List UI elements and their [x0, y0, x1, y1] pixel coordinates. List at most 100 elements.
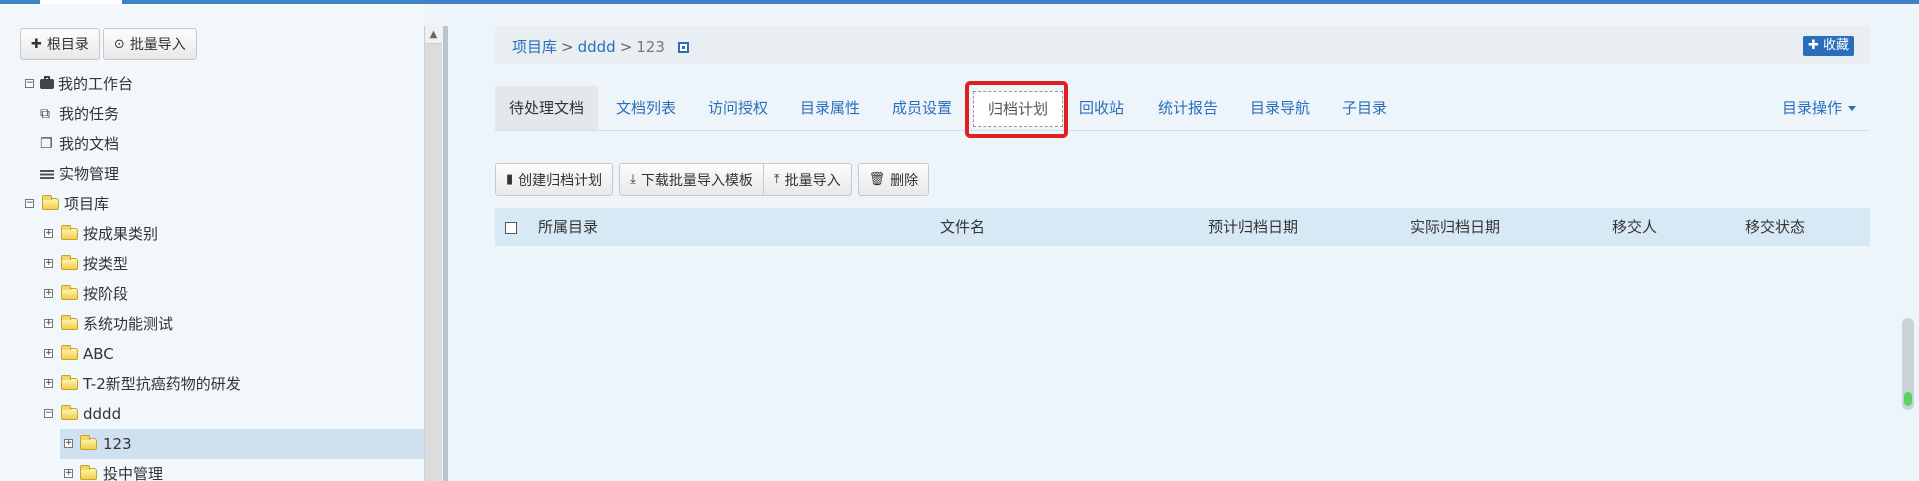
tree-item-by-type[interactable]: + 按类型: [0, 249, 424, 279]
caret-down-icon: [1848, 106, 1856, 111]
tree-item-workspace[interactable]: − 我的工作台: [0, 69, 424, 99]
expand-icon[interactable]: +: [44, 259, 53, 268]
folder-icon: [61, 375, 78, 390]
tree-label: 按阶段: [83, 285, 129, 303]
tree-label: 我的文档: [59, 135, 120, 153]
import-button-group: ⤓ 下载批量导入模板 ⤒ 批量导入: [619, 163, 852, 197]
expand-icon[interactable]: +: [44, 349, 53, 358]
tree-item-system-test[interactable]: + 系统功能测试: [0, 309, 424, 339]
expand-icon[interactable]: +: [64, 439, 73, 448]
action-toolbar: ▮ 创建归档计划 ⤓ 下载批量导入模板 ⤒ 批量导入 🗑 删除: [495, 163, 935, 197]
breadcrumb-link-dddd[interactable]: dddd: [578, 38, 616, 56]
tree-label: 实物管理: [59, 165, 120, 183]
expand-icon[interactable]: +: [64, 469, 73, 478]
batch-import-button[interactable]: ⤒ 批量导入: [763, 163, 852, 196]
tree-label: 投中管理: [103, 465, 164, 481]
briefcase-icon: [40, 76, 54, 89]
page-scrollbar[interactable]: [1902, 318, 1914, 410]
create-archive-plan-button[interactable]: ▮ 创建归档计划: [495, 163, 614, 196]
tree-item-my-tasks[interactable]: ⧉ 我的任务: [0, 99, 424, 129]
tab-bar: 待处理文档 文档列表 访问授权 目录属性 成员设置 归档计划 回收站 统计报告 …: [495, 86, 1870, 131]
tree-item-123[interactable]: + 123: [60, 429, 424, 459]
delete-label: 删除: [890, 172, 919, 189]
breadcrumb: 项目库 > dddd >123 ✚ 收藏: [495, 26, 1870, 64]
folder-icon: [61, 345, 78, 360]
folder-icon: [61, 225, 78, 240]
tab-label: 目录导航: [1250, 99, 1311, 117]
folder-icon: [61, 405, 78, 420]
collapse-icon[interactable]: −: [25, 79, 34, 88]
tree-item-abc[interactable]: + ABC: [0, 339, 424, 369]
file-icon: ▮: [506, 172, 514, 187]
breadcrumb-link-project-library[interactable]: 项目库: [512, 38, 557, 56]
sidebar-batch-import-label: 批量导入: [129, 37, 186, 53]
tree-item-by-stage[interactable]: + 按阶段: [0, 279, 424, 309]
tree-item-mid-investment[interactable]: + 投中管理: [0, 459, 424, 481]
select-all-checkbox[interactable]: [505, 222, 517, 234]
tree-label: 123: [103, 435, 132, 453]
table-header: 所属目录 文件名 预计归档日期 实际归档日期 移交人 移交状态: [495, 208, 1870, 246]
collapse-icon[interactable]: −: [44, 409, 53, 418]
tree-item-dddd[interactable]: − dddd: [0, 399, 424, 429]
breadcrumb-trail: 项目库 > dddd >123: [512, 36, 689, 57]
tab-label: 目录属性: [800, 99, 861, 117]
tree-item-my-documents[interactable]: ❐ 我的文档: [0, 129, 424, 159]
expand-icon[interactable]: +: [44, 229, 53, 238]
tree-item-project-library[interactable]: − 项目库: [0, 189, 424, 219]
tab-access-authorization[interactable]: 访问授权: [694, 86, 782, 130]
expand-icon[interactable]: +: [44, 319, 53, 328]
tree-item-t2-research[interactable]: + T-2新型抗癌药物的研发: [0, 369, 424, 399]
breadcrumb-separator: >: [561, 38, 574, 56]
download-template-button[interactable]: ⤓ 下载批量导入模板: [619, 163, 764, 196]
column-header-actual-date[interactable]: 实际归档日期: [1410, 208, 1500, 246]
tab-label: 统计报告: [1158, 99, 1219, 117]
sidebar-scrollbar[interactable]: ▲: [424, 26, 442, 481]
collapse-icon[interactable]: −: [25, 199, 34, 208]
download-icon: ⤓: [630, 172, 636, 187]
column-header-transfer-status[interactable]: 移交状态: [1745, 208, 1805, 246]
tab-directory-navigation[interactable]: 目录导航: [1236, 86, 1324, 130]
download-template-label: 下载批量导入模板: [640, 172, 753, 189]
sidebar-batch-import-button[interactable]: ⊙ 批量导入: [102, 28, 197, 60]
folder-icon: [61, 255, 78, 270]
upload-icon: ⤒: [773, 172, 780, 187]
tree-item-by-result-category[interactable]: + 按成果类别: [0, 219, 424, 249]
directory-tree: − 我的工作台 ⧉ 我的任务 ❐ 我的文档 实物管理 − 项目库 + 按成果类别…: [0, 69, 424, 481]
qr-code-icon[interactable]: [677, 42, 689, 53]
scroll-thumb[interactable]: [1904, 392, 1912, 406]
tab-label: 回收站: [1079, 99, 1125, 117]
tab-label: 待处理文档: [509, 99, 585, 117]
pane-divider[interactable]: [443, 26, 448, 481]
tab-recycle-bin[interactable]: 回收站: [1065, 86, 1138, 130]
folder-icon: [61, 315, 78, 330]
tree-label: 按成果类别: [83, 225, 159, 243]
favorite-button[interactable]: ✚ 收藏: [1802, 36, 1854, 56]
root-directory-button[interactable]: ✚ 根目录: [20, 28, 100, 60]
tab-label: 子目录: [1342, 99, 1388, 117]
directory-operations-menu[interactable]: 目录操作: [1768, 86, 1870, 130]
folder-icon: [42, 195, 59, 210]
expand-icon[interactable]: +: [44, 289, 53, 298]
delete-button[interactable]: 🗑 删除: [857, 163, 930, 196]
tab-label: 文档列表: [616, 99, 677, 117]
sidebar: ✚ 根目录 ⊙ 批量导入 − 我的工作台 ⧉ 我的任务 ❐ 我的文档 实物管理: [0, 4, 424, 481]
column-header-expected-date[interactable]: 预计归档日期: [1208, 208, 1298, 246]
expand-icon[interactable]: +: [44, 379, 53, 388]
column-header-directory[interactable]: 所属目录: [538, 208, 598, 246]
batch-import-label: 批量导入: [784, 172, 841, 189]
tab-document-list[interactable]: 文档列表: [602, 86, 690, 130]
column-header-transferor[interactable]: 移交人: [1612, 208, 1657, 246]
highlight-annotation: [965, 81, 1068, 138]
tree-label: T-2新型抗癌药物的研发: [83, 375, 241, 393]
tab-subdirectory[interactable]: 子目录: [1328, 86, 1401, 130]
tree-item-physical-management[interactable]: 实物管理: [0, 159, 424, 189]
column-header-filename[interactable]: 文件名: [940, 208, 985, 246]
tab-pending-documents[interactable]: 待处理文档: [495, 86, 599, 130]
tab-member-settings[interactable]: 成员设置: [878, 86, 966, 130]
folder-icon: [80, 465, 97, 480]
scroll-up-icon[interactable]: ▲: [425, 26, 442, 44]
tab-directory-properties[interactable]: 目录属性: [786, 86, 874, 130]
tree-label: 我的任务: [59, 105, 120, 123]
sidebar-toolbar: ✚ 根目录 ⊙ 批量导入: [20, 28, 200, 62]
tab-statistics-report[interactable]: 统计报告: [1144, 86, 1232, 130]
